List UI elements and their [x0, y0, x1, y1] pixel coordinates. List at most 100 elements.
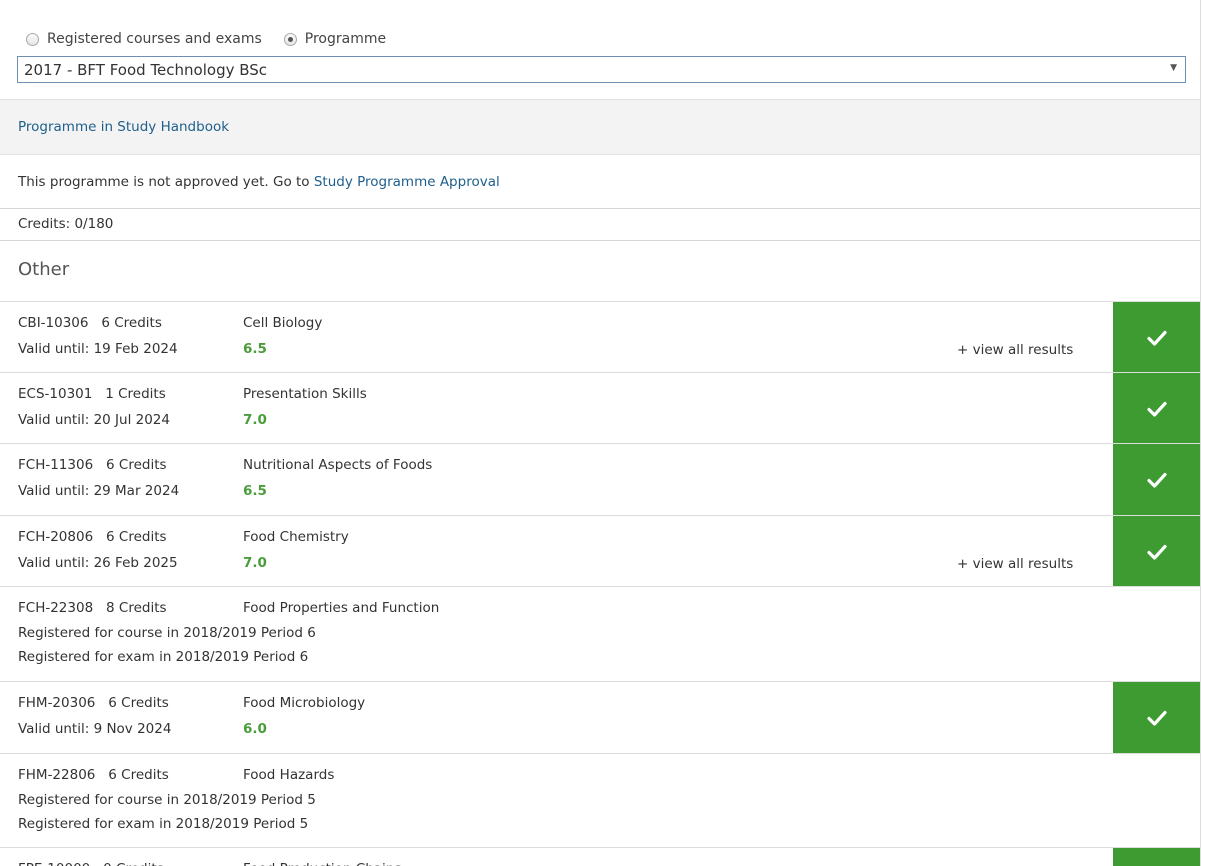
radio-registered-courses[interactable]: Registered courses and exams — [26, 31, 262, 47]
course-credits: 6 Credits — [108, 767, 169, 783]
course-credits: 6 Credits — [106, 529, 167, 545]
course-code-credits: FPE-10000 0 Credits — [18, 861, 243, 866]
passed-badge — [1113, 848, 1200, 866]
passed-badge — [1113, 302, 1200, 373]
course-name: Food Hazards — [243, 767, 335, 783]
course-row: FHM-20306 6 Credits Food Microbiology Vali… — [0, 681, 1200, 754]
programme-page: Registered courses and exams Programme 2… — [0, 0, 1205, 866]
course-row: FCH-20806 6 Credits Food Chemistry Valid u… — [0, 515, 1200, 587]
radio-registered-courses-label: Registered courses and exams — [47, 31, 262, 47]
valid-until-box: Valid until: 26 Feb 2025 — [18, 555, 243, 571]
course-header-line: ECS-10301 1 Credits Presentation Skills — [18, 386, 367, 402]
valid-until: Valid until: 29 Mar 2024 — [18, 483, 180, 499]
course-credits: 6 Credits — [101, 315, 162, 331]
study-handbook-link[interactable]: Programme in Study Handbook — [18, 119, 229, 135]
course-name: Food Production Chains — [243, 861, 401, 866]
course-credits: 6 Credits — [108, 695, 169, 711]
course-header-line: FCH-20806 6 Credits Food Chemistry — [18, 529, 349, 545]
course-name: Nutritional Aspects of Foods — [243, 457, 433, 473]
programme-select[interactable]: 2017 - BFT Food Technology BSc ▼ — [17, 56, 1186, 83]
course-code: FHM-20306 — [18, 695, 96, 711]
course-row: FPE-10000 0 CreditsFood Production Chain… — [0, 847, 1200, 866]
valid-until: Valid until: 19 Feb 2024 — [18, 341, 178, 357]
registered-exam-status: Registered for exam in 2018/2019 Period … — [18, 816, 309, 832]
course-name: Presentation Skills — [243, 386, 367, 402]
programme-select-value: 2017 - BFT Food Technology BSc — [24, 60, 268, 79]
course-name: Cell Biology — [243, 315, 323, 331]
valid-until-box: Valid until: 9 Nov 2024 — [18, 721, 243, 737]
course-row: FCH-22308 8 Credits Food Properties and F… — [0, 586, 1200, 681]
dropdown-arrow-icon: ▼ — [1170, 63, 1177, 73]
approval-notice: This programme is not approved yet. Go t… — [18, 174, 500, 190]
view-all-results-link[interactable]: + view all results — [957, 556, 1073, 572]
course-code-credits: FCH-20806 6 Credits — [18, 529, 243, 545]
valid-until: Valid until: 20 Jul 2024 — [18, 412, 170, 428]
course-code: FCH-11306 — [18, 457, 94, 473]
divider — [0, 240, 1200, 241]
course-code: FCH-22308 — [18, 600, 94, 616]
checkmark-icon — [1146, 330, 1167, 346]
course-credits: 6 Credits — [106, 457, 167, 473]
registered-course-status: Registered for course in 2018/2019 Perio… — [18, 625, 316, 641]
course-code-credits: FCH-22308 8 Credits — [18, 600, 243, 616]
valid-until-box: Valid until: 20 Jul 2024 — [18, 412, 243, 428]
course-code-credits: FHM-20306 6 Credits — [18, 695, 243, 711]
course-result-line: Valid until: 20 Jul 2024 7.0 — [18, 412, 267, 428]
radio-programme-label: Programme — [304, 31, 387, 47]
course-name: Food Properties and Function — [243, 600, 440, 616]
course-credits: 8 Credits — [106, 600, 167, 616]
valid-until: Valid until: 26 Feb 2025 — [18, 555, 178, 571]
course-code: CBI-10306 — [18, 315, 89, 331]
course-code-credits: CBI-10306 6 Credits — [18, 315, 243, 331]
course-grade: 6.5 — [243, 341, 267, 357]
registered-exam-status: Registered for exam in 2018/2019 Period … — [18, 649, 309, 665]
passed-badge — [1113, 444, 1200, 516]
course-row: CBI-10306 6 Credits Cell Biology Valid unt… — [0, 301, 1200, 373]
course-result-line: Valid until: 29 Mar 2024 6.5 — [18, 483, 267, 499]
passed-badge — [1113, 682, 1200, 754]
valid-until: Valid until: 9 Nov 2024 — [18, 721, 172, 737]
course-header-line: FHM-22806 6 Credits Food Hazards — [18, 767, 334, 783]
passed-badge — [1113, 516, 1200, 587]
course-grade: 7.0 — [243, 555, 267, 571]
course-code: ECS-10301 — [18, 386, 93, 402]
course-header-line: FHM-20306 6 Credits Food Microbiology — [18, 695, 365, 711]
course-header-line: FPE-10000 0 CreditsFood Production Chain… — [18, 861, 401, 866]
radio-programme[interactable]: Programme — [283, 31, 387, 47]
course-row: FHM-22806 6 Credits Food Hazards Registere… — [0, 753, 1200, 847]
study-programme-approval-link[interactable]: Study Programme Approval — [314, 174, 500, 190]
course-result-line: Valid until: 26 Feb 2025 7.0 — [18, 555, 267, 571]
course-grade: 7.0 — [243, 412, 267, 428]
course-name: Food Microbiology — [243, 695, 366, 711]
divider — [0, 208, 1200, 209]
course-result-line: Valid until: 19 Feb 2024 6.5 — [18, 341, 267, 357]
handbook-bar: Programme in Study Handbook — [0, 99, 1200, 155]
course-header-line: CBI-10306 6 Credits Cell Biology — [18, 315, 322, 331]
course-code: FHM-22806 — [18, 767, 96, 783]
checkmark-icon — [1146, 472, 1167, 488]
passed-badge — [1113, 373, 1200, 444]
radio-checked-icon — [283, 32, 297, 46]
section-title: Other — [18, 259, 70, 280]
credits-total: Credits: 0/180 — [18, 216, 114, 232]
checkmark-icon — [1146, 544, 1167, 560]
course-credits: 0 Credits — [103, 861, 164, 866]
course-code-credits: ECS-10301 1 Credits — [18, 386, 243, 402]
checkmark-icon — [1146, 710, 1167, 726]
valid-until-box: Valid until: 19 Feb 2024 — [18, 341, 243, 357]
checkmark-icon — [1146, 401, 1167, 417]
view-all-results-link[interactable]: + view all results — [957, 342, 1073, 358]
course-code-credits: FHM-22806 6 Credits — [18, 767, 243, 783]
course-header-line: FCH-11306 6 Credits Nutritional Aspects o… — [18, 457, 432, 473]
course-row: ECS-10301 1 Credits Presentation Skills Va… — [0, 372, 1200, 444]
course-credits: 1 Credits — [105, 386, 166, 402]
course-code: FPE-10000 — [18, 861, 90, 866]
course-code: FCH-20806 — [18, 529, 94, 545]
course-code-credits: FCH-11306 6 Credits — [18, 457, 243, 473]
course-grade: 6.5 — [243, 483, 267, 499]
registered-course-status: Registered for course in 2018/2019 Perio… — [18, 792, 316, 808]
course-header-line: FCH-22308 8 Credits Food Properties and F… — [18, 600, 439, 616]
valid-until-box: Valid until: 29 Mar 2024 — [18, 483, 243, 499]
course-grade: 6.0 — [243, 721, 267, 737]
course-name: Food Chemistry — [243, 529, 349, 545]
